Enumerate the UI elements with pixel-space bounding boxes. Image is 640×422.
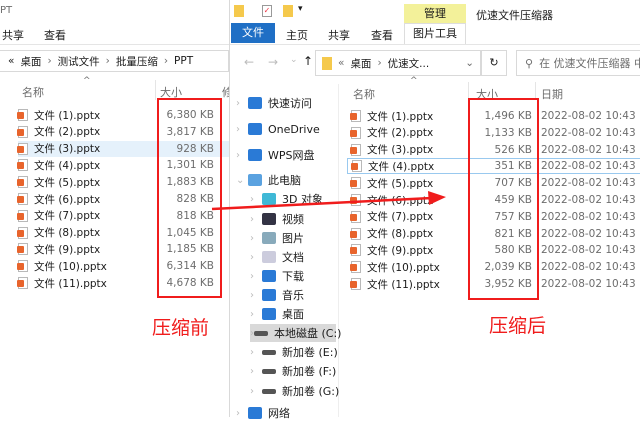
arrow-head <box>428 191 446 205</box>
arrow-annotation <box>211 191 446 211</box>
arrow-line <box>211 196 433 211</box>
